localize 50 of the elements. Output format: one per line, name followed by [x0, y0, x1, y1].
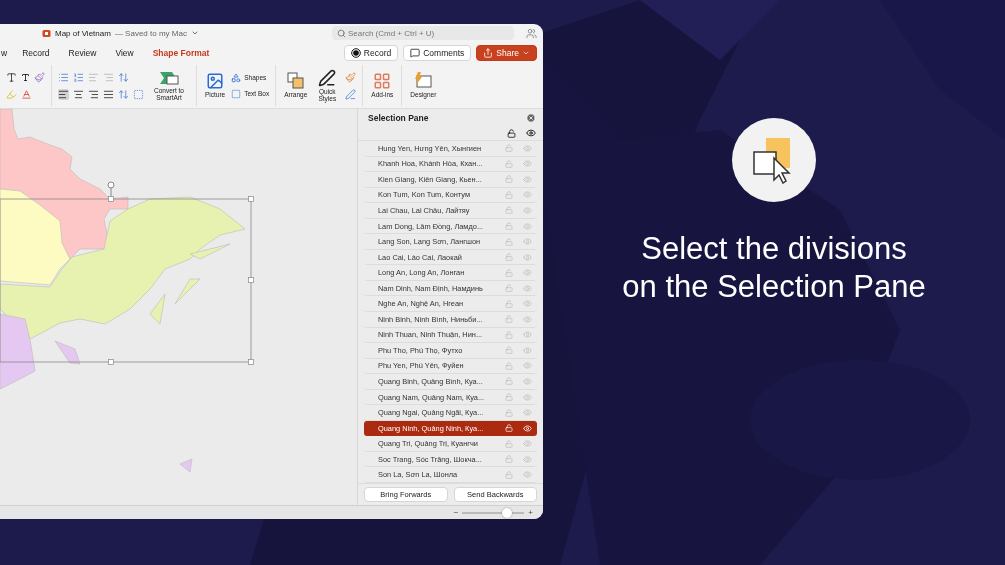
align-text-icon[interactable]	[133, 88, 144, 100]
share-icon	[483, 47, 494, 58]
comment-icon	[410, 47, 421, 58]
close-icon[interactable]	[526, 112, 536, 123]
designer-icon	[413, 72, 434, 91]
outdent-icon[interactable]	[88, 71, 99, 83]
slider-thumb[interactable]	[501, 507, 512, 518]
lock-icon[interactable]	[505, 424, 513, 433]
outline-icon[interactable]	[345, 88, 357, 100]
shapes-icon	[231, 72, 242, 83]
ribbon-tab[interactable]: View	[115, 47, 134, 58]
ribbon-tab[interactable]: w	[1, 47, 8, 58]
quick-styles-icon	[318, 68, 337, 87]
smartart-icon	[159, 69, 179, 86]
record-icon	[350, 47, 361, 58]
ribbon-tab[interactable]: Review	[68, 47, 97, 58]
people-icon[interactable]	[526, 27, 537, 39]
pane-title: Selection Pane	[368, 112, 429, 123]
zoom-out-button[interactable]: −	[453, 508, 459, 517]
fill-icon[interactable]	[345, 71, 357, 83]
record-button[interactable]: Record	[343, 44, 399, 61]
chevron-icon	[190, 29, 199, 37]
selection-frame[interactable]	[0, 181, 254, 365]
share-button[interactable]: Share	[476, 44, 537, 61]
text-box-icon	[231, 88, 242, 99]
eye-icon[interactable]	[526, 128, 536, 138]
caption: Select the divisions on the Selection Pane	[622, 230, 926, 306]
window-title: Map of Vietnam	[55, 28, 111, 38]
line-spacing-icon[interactable]	[118, 71, 129, 83]
comments-button[interactable]: Comments	[403, 44, 472, 61]
align-center-icon[interactable]	[73, 88, 84, 100]
ribbon-tab[interactable]: Shape Format	[152, 47, 210, 58]
search-icon	[337, 28, 346, 38]
highlighter-icon[interactable]	[6, 88, 17, 100]
ribbon-tab[interactable]: Record	[22, 47, 50, 58]
save-status: — Saved to my Mac	[114, 28, 187, 38]
zoom-in-button[interactable]: +	[528, 508, 533, 517]
align-left-button[interactable]	[58, 88, 69, 100]
justify-icon[interactable]	[103, 88, 114, 100]
picture-icon	[206, 72, 225, 91]
lock-icon[interactable]	[507, 128, 516, 138]
indent-icon[interactable]	[103, 71, 114, 83]
font-color-icon[interactable]	[21, 88, 32, 100]
presentation-icon	[42, 28, 51, 38]
search-field[interactable]: Search (Cmd + Ctrl + U)	[332, 26, 514, 40]
arrange-icon	[286, 72, 305, 91]
add-ins-icon	[373, 72, 392, 91]
align-right-icon[interactable]	[88, 88, 99, 100]
numbering-icon[interactable]	[73, 71, 84, 83]
bullets-icon[interactable]	[58, 71, 69, 83]
